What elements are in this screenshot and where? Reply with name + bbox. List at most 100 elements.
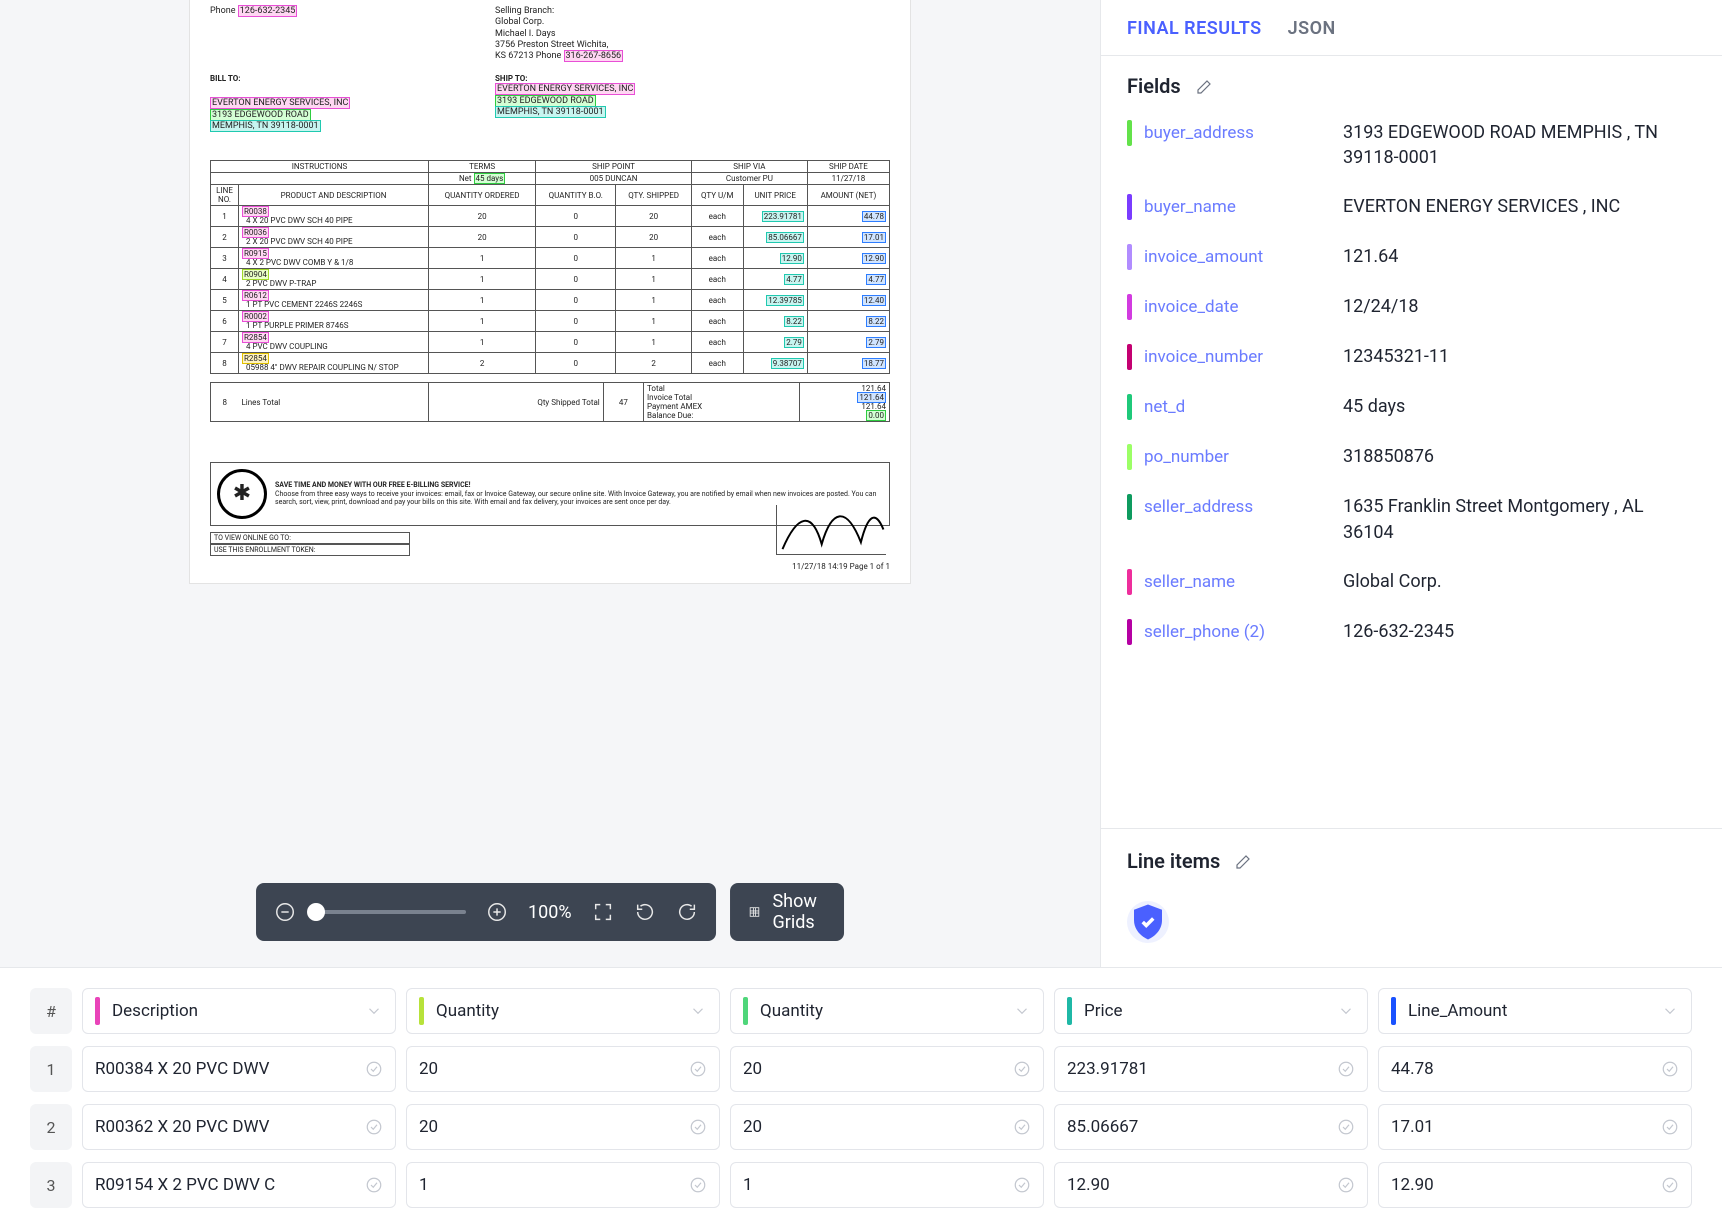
eblurb-title: SAVE TIME AND MONEY WITH OUR FREE E-BILL… [275, 481, 883, 489]
li-cell[interactable]: 12.90 [1054, 1162, 1368, 1208]
field-value: 126-632-2345 [1343, 619, 1454, 644]
branch-phone: 316-267-8656 [564, 50, 624, 62]
invoice-line-row: 2R0036 2 X 20 PVC DWV SCH 40 PIPE20020ea… [211, 227, 890, 248]
li-cell[interactable]: 20 [406, 1046, 720, 1092]
col-qship: QTY. SHIPPED [616, 185, 692, 206]
field-row[interactable]: net_d45 days [1127, 382, 1696, 432]
fullscreen-icon[interactable] [592, 901, 614, 923]
terms-days: 45 days [474, 173, 506, 184]
zoom-in-icon[interactable] [486, 901, 508, 923]
bill-to-addr1: 3193 EDGEWOOD ROAD [210, 109, 311, 121]
li-row: 1R00384 X 20 PVC DWV2020223.9178144.78 [30, 1046, 1692, 1092]
li-column-header[interactable]: Line_Amount [1378, 988, 1692, 1034]
field-key: seller_name [1144, 572, 1235, 592]
edit-fields-icon[interactable] [1195, 77, 1213, 95]
qtys-label: Qty Shipped Total [429, 383, 604, 422]
li-cell-value: 17.01 [1391, 1117, 1651, 1137]
invoice-line-row: 6R0002 1 PT PURPLE PRIMER 8746S101each8.… [211, 311, 890, 332]
field-value: EVERTON ENERGY SERVICES , INC [1343, 194, 1620, 219]
col-qbo: QUANTITY B.O. [536, 185, 616, 206]
field-row[interactable]: buyer_address3193 EDGEWOOD ROAD MEMPHIS … [1127, 108, 1696, 182]
li-cell-value: 12.90 [1067, 1175, 1327, 1195]
branch-title: Selling Branch: [495, 6, 695, 17]
li-cell[interactable]: 20 [730, 1104, 1044, 1150]
li-cell[interactable]: R00384 X 20 PVC DWV [82, 1046, 396, 1092]
branch-contact: Michael I. Days [495, 29, 695, 40]
result-tabs: FINAL RESULTS JSON [1101, 8, 1722, 56]
fields-header: Fields [1127, 74, 1181, 98]
rotate-left-icon[interactable] [634, 901, 656, 923]
li-cell[interactable]: 20 [406, 1104, 720, 1150]
zoom-out-icon[interactable] [274, 901, 296, 923]
verified-badge-icon[interactable] [1127, 901, 1169, 943]
col-shipvia: SHIP VIA [691, 161, 807, 173]
field-row[interactable]: seller_phone (2) 126-632-2345 [1127, 607, 1696, 657]
lines-label: Lines Total [239, 383, 429, 422]
grid-icon [748, 901, 761, 923]
terms-net: Net [459, 174, 472, 183]
bal-val: 0.00 [866, 410, 886, 421]
li-cell[interactable]: 1 [730, 1162, 1044, 1208]
col-shippoint: SHIP POINT [536, 161, 692, 173]
field-value: 12/24/18 [1343, 294, 1419, 319]
field-key: seller_phone (2) [1144, 622, 1265, 642]
li-index-header: # [30, 988, 72, 1034]
shipdate-val: 11/27/18 [807, 173, 889, 185]
field-row[interactable]: seller_address1635 Franklin Street Montg… [1127, 482, 1696, 556]
check-circle-icon [365, 1060, 383, 1078]
li-column-header[interactable]: Price [1054, 988, 1368, 1034]
check-circle-icon [1661, 1118, 1679, 1136]
field-row[interactable]: invoice_date12/24/18 [1127, 282, 1696, 332]
field-row[interactable]: invoice_amount121.64 [1127, 232, 1696, 282]
li-cell-value: 20 [419, 1059, 679, 1079]
li-cell[interactable]: 20 [730, 1046, 1044, 1092]
li-cell[interactable]: 1 [406, 1162, 720, 1208]
li-column-label: Price [1084, 1001, 1327, 1021]
li-cell[interactable]: 85.06667 [1054, 1104, 1368, 1150]
li-cell[interactable]: R00362 X 20 PVC DWV [82, 1104, 396, 1150]
zoom-slider[interactable] [316, 910, 466, 914]
li-cell[interactable]: 12.90 [1378, 1162, 1692, 1208]
li-cell-value: R09154 X 2 PVC DWV C [95, 1175, 355, 1195]
field-row[interactable]: seller_nameGlobal Corp. [1127, 557, 1696, 607]
invoice-totals-table: 8 Lines Total Qty Shipped Total 47 Total… [210, 382, 890, 422]
li-cell[interactable]: R09154 X 2 PVC DWV C [82, 1162, 396, 1208]
check-circle-icon [689, 1060, 707, 1078]
edit-line-items-icon[interactable] [1234, 852, 1252, 870]
check-circle-icon [1661, 1060, 1679, 1078]
col-qord: QUANTITY ORDERED [429, 185, 536, 206]
field-value: 45 days [1343, 394, 1405, 419]
invoice-line-row: 1R0038 4 X 20 PVC DWV SCH 40 PIPE20020ea… [211, 206, 890, 227]
li-row: 3 R09154 X 2 PVC DWV C 11 12.90 12.90 [30, 1162, 1692, 1208]
rotate-right-icon[interactable] [676, 901, 698, 923]
chevron-down-icon [1013, 1002, 1031, 1020]
invoice-line-row: 8R2854 05988 4" DWV REPAIR COUPLING N/ S… [211, 353, 890, 374]
show-grids-button[interactable]: Show Grids [730, 883, 844, 941]
ship-to-addr2: MEMPHIS, TN 39118-0001 [495, 106, 606, 118]
tab-json[interactable]: JSON [1288, 18, 1336, 39]
field-row[interactable]: invoice_number12345321-11 [1127, 332, 1696, 382]
col-product: PRODUCT AND DESCRIPTION [239, 185, 429, 206]
li-cell[interactable]: 44.78 [1378, 1046, 1692, 1092]
li-column-header[interactable]: Quantity [730, 988, 1044, 1034]
field-row[interactable]: po_number318850876 [1127, 432, 1696, 482]
li-cell-value: 12.90 [1391, 1175, 1651, 1195]
li-row-index: 3 [30, 1162, 72, 1208]
save-money-seal-icon: ✱ [217, 469, 267, 519]
show-grids-label: Show Grids [772, 891, 825, 933]
viewer-toolbar: 100% Show Grids [256, 883, 844, 941]
li-column-header[interactable]: Description [82, 988, 396, 1034]
li-cell[interactable]: 223.91781 [1054, 1046, 1368, 1092]
li-column-header[interactable]: Quantity [406, 988, 720, 1034]
li-cell-value: 85.06667 [1067, 1117, 1327, 1137]
field-row[interactable]: buyer_nameEVERTON ENERGY SERVICES , INC [1127, 182, 1696, 232]
li-row-index: 1 [30, 1046, 72, 1092]
col-amt: AMOUNT (NET) [807, 185, 889, 206]
li-column-label: Quantity [436, 1001, 679, 1021]
check-circle-icon [1661, 1176, 1679, 1194]
li-cell-value: R00384 X 20 PVC DWV [95, 1059, 355, 1079]
li-cell-value: 20 [419, 1117, 679, 1137]
li-cell[interactable]: 17.01 [1378, 1104, 1692, 1150]
tab-final-results[interactable]: FINAL RESULTS [1127, 18, 1262, 39]
document-page: Phone 126-632-2345 Selling Branch: Globa… [190, 0, 910, 583]
